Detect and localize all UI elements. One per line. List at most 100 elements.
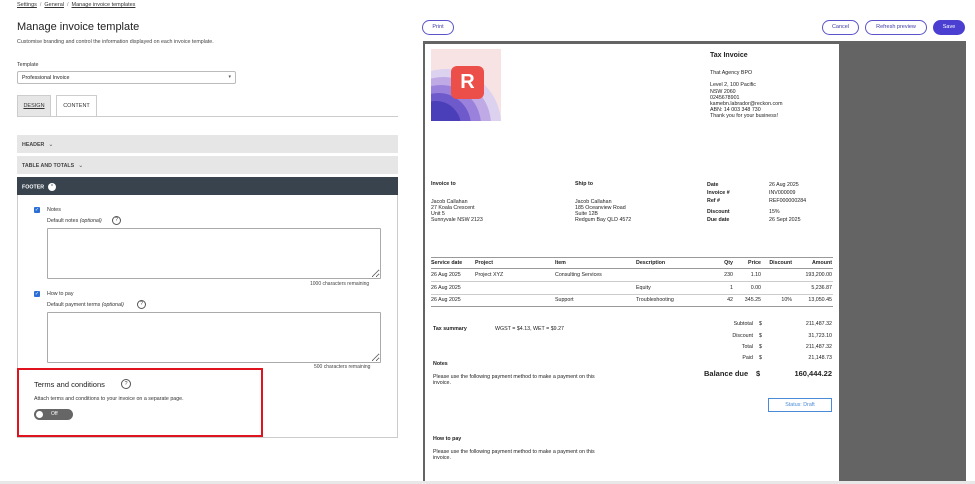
status-draft-badge[interactable]: Status: Draft bbox=[768, 398, 832, 412]
currency-symbol: $ bbox=[759, 321, 762, 327]
notes-text-line: Please use the following payment method … bbox=[433, 374, 595, 380]
template-select-value: Professional Invoice bbox=[22, 75, 70, 81]
cell-description: Troubleshooting bbox=[636, 297, 674, 303]
cell-service-date: 26 Aug 2025 bbox=[431, 284, 461, 291]
subtotal-value: 211,487.32 bbox=[805, 321, 832, 327]
col-service-date: Service date bbox=[431, 260, 463, 266]
help-icon[interactable]: ? bbox=[137, 300, 146, 309]
totals-discount-label: Discount bbox=[732, 333, 753, 339]
how-to-pay-label: How to pay bbox=[47, 291, 74, 297]
currency-symbol: $ bbox=[759, 333, 762, 339]
section-footer[interactable]: FOOTER ^ bbox=[17, 177, 398, 195]
notes-label: Notes bbox=[47, 207, 61, 213]
date-label: Date bbox=[707, 182, 719, 188]
cell-price: 0.00 bbox=[750, 284, 761, 291]
due-date-value: 26 Sept 2025 bbox=[769, 217, 801, 223]
balance-currency: $ bbox=[756, 369, 761, 378]
cell-item: Support bbox=[555, 297, 574, 303]
section-header[interactable]: HEADER ⌄ bbox=[17, 135, 398, 153]
payment-terms-remaining: 500 characters remaining bbox=[314, 364, 371, 370]
cell-qty: 1 bbox=[730, 284, 733, 291]
invoice-no-label: Invoice # bbox=[707, 190, 730, 196]
tax-summary-value: WGST = $4.13, WET = $9.27 bbox=[495, 326, 564, 332]
cell-discount: 10% bbox=[781, 297, 792, 303]
help-icon[interactable]: ? bbox=[112, 216, 121, 225]
cell-service-date: 26 Aug 2025 bbox=[431, 272, 461, 278]
invoice-title: Tax Invoice bbox=[710, 52, 748, 59]
tab-divider bbox=[17, 116, 398, 117]
toggle-label: Off bbox=[51, 411, 58, 417]
cell-price: 1.10 bbox=[750, 272, 761, 278]
template-select[interactable]: Professional Invoice ▾ bbox=[17, 71, 236, 84]
ship-to-line: Redgum Bay QLD 4572 bbox=[575, 217, 632, 223]
template-label: Template bbox=[17, 62, 39, 68]
invoice-no-value: INV000009 bbox=[769, 190, 796, 196]
page-title: Manage invoice template bbox=[17, 21, 140, 33]
company-logo: R bbox=[431, 49, 501, 121]
default-payment-terms-textarea[interactable] bbox=[47, 312, 381, 363]
cell-description: Equity bbox=[636, 284, 651, 291]
notes-remaining: 1000 characters remaining bbox=[310, 281, 370, 287]
print-button[interactable]: Print bbox=[422, 20, 454, 35]
ref-label: Ref # bbox=[707, 198, 720, 204]
chevron-down-icon: ⌄ bbox=[48, 142, 54, 148]
cell-amount: 193,200.00 bbox=[805, 272, 832, 278]
cell-item: Consulting Services bbox=[555, 272, 602, 278]
how-to-pay-text-line: invoice. bbox=[433, 455, 451, 461]
subtotal-label: Subtotal bbox=[733, 321, 753, 327]
section-header-label: HEADER bbox=[22, 142, 45, 148]
date-value: 26 Aug 2025 bbox=[769, 182, 799, 188]
col-description: Description bbox=[636, 260, 666, 266]
discount-value: 15% bbox=[769, 209, 780, 215]
tab-content[interactable]: CONTENT bbox=[56, 95, 97, 117]
section-table-totals[interactable]: TABLE AND TOTALS ⌄ bbox=[17, 156, 398, 174]
table-top-rule bbox=[431, 257, 833, 258]
cell-price: 345.25 bbox=[744, 297, 761, 303]
cell-qty: 42 bbox=[727, 297, 733, 303]
table-bottom-rule bbox=[431, 306, 833, 307]
notes-checkbox[interactable]: ✓ bbox=[34, 207, 40, 213]
totals-discount-value: 31,723.10 bbox=[808, 333, 832, 339]
col-price: Price bbox=[748, 260, 761, 266]
terms-highlight-box bbox=[17, 368, 263, 437]
tax-summary-label: Tax summary bbox=[433, 326, 467, 332]
how-to-pay-heading: How to pay bbox=[433, 436, 462, 442]
help-icon[interactable]: ? bbox=[121, 379, 131, 389]
how-to-pay-checkbox[interactable]: ✓ bbox=[34, 291, 40, 297]
page-subtitle: Customise branding and control the infor… bbox=[17, 39, 214, 45]
default-notes-textarea[interactable] bbox=[47, 228, 381, 279]
chevron-down-icon: ⌄ bbox=[78, 163, 84, 169]
company-detail-line: That Agency BPO bbox=[710, 70, 753, 76]
default-notes-label: Default notes (optional) bbox=[47, 218, 102, 224]
logo-letter: R bbox=[451, 66, 484, 99]
total-value: 211,487.32 bbox=[805, 344, 832, 350]
section-footer-label: FOOTER bbox=[22, 184, 45, 191]
col-qty: Qty bbox=[724, 260, 733, 266]
breadcrumb-manage-templates[interactable]: Manage invoice templates bbox=[72, 2, 136, 8]
default-payment-terms-label: Default payment terms (optional) bbox=[47, 302, 124, 308]
row-divider bbox=[431, 281, 833, 282]
discount-label: Discount bbox=[707, 209, 730, 215]
due-date-label: Due date bbox=[707, 217, 730, 223]
refresh-preview-button[interactable]: Refresh preview bbox=[865, 20, 927, 35]
breadcrumb: Settings / General / Manage invoice template… bbox=[17, 2, 135, 8]
invoice-to-label: Invoice to bbox=[431, 181, 456, 187]
breadcrumb-settings[interactable]: Settings bbox=[17, 2, 37, 8]
notes-text-line: invoice. bbox=[433, 380, 451, 386]
col-discount: Discount bbox=[769, 260, 792, 266]
table-header-rule bbox=[431, 268, 833, 269]
cancel-button[interactable]: Cancel bbox=[822, 20, 859, 35]
tab-design[interactable]: DESIGN bbox=[17, 95, 51, 117]
ship-to-label: Ship to bbox=[575, 181, 593, 187]
breadcrumb-separator: / bbox=[66, 2, 69, 8]
save-button[interactable]: Save bbox=[933, 20, 965, 35]
currency-symbol: $ bbox=[759, 355, 762, 361]
terms-title: Terms and conditions bbox=[34, 380, 105, 389]
invoice-preview: R Tax Invoice That Agency BPO Level 2, 10… bbox=[425, 44, 839, 481]
company-detail-line: Thank you for your business! bbox=[710, 113, 779, 120]
chevron-down-icon: ▾ bbox=[228, 74, 231, 80]
chevron-up-icon: ^ bbox=[48, 183, 57, 191]
terms-toggle[interactable]: Off bbox=[34, 409, 73, 420]
breadcrumb-general[interactable]: General bbox=[44, 2, 64, 8]
paid-value: 21,148.73 bbox=[808, 355, 832, 361]
